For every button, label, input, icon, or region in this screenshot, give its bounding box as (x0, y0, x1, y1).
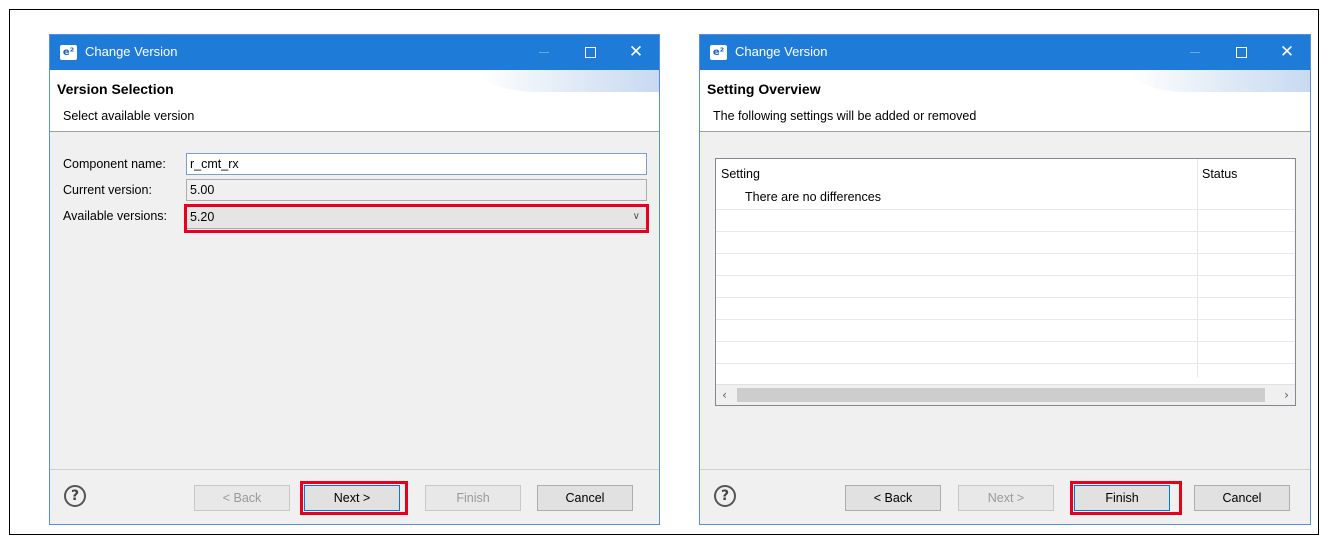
help-icon[interactable]: ? (714, 485, 736, 507)
close-button[interactable]: ✕ (613, 35, 659, 70)
close-icon: ✕ (1279, 42, 1295, 62)
finish-button[interactable]: Finish (425, 485, 521, 511)
minimize-icon (1190, 52, 1200, 53)
row-divider (716, 319, 1295, 320)
wizard-footer: ? < Back Next > Finish Cancel (50, 469, 659, 524)
back-button[interactable]: < Back (194, 485, 290, 511)
row-divider (716, 253, 1295, 254)
app-icon: e² (710, 45, 727, 60)
page-subtitle: The following settings will be added or … (713, 109, 977, 123)
title-bar[interactable]: e² Change Version ✕ (700, 35, 1310, 70)
window-title: Change Version (735, 44, 828, 59)
maximize-button[interactable] (567, 35, 613, 70)
settings-table[interactable]: Setting Status There are no differences … (715, 158, 1296, 406)
app-icon: e² (60, 45, 77, 60)
change-version-dialog-version-selection: e² Change Version ✕ Version Selection Se… (49, 34, 660, 525)
screenshot-frame: e² Change Version ✕ Version Selection Se… (9, 9, 1319, 535)
available-versions-value: 5.20 (190, 210, 215, 224)
back-button[interactable]: < Back (845, 485, 941, 511)
page-subtitle: Select available version (63, 109, 195, 123)
scroll-right-icon[interactable]: › (1278, 385, 1295, 405)
title-bar[interactable]: e² Change Version ✕ (50, 35, 659, 70)
row-divider (716, 341, 1295, 342)
header-decoration (479, 70, 659, 92)
help-icon[interactable]: ? (64, 485, 86, 507)
column-header-setting[interactable]: Setting (716, 159, 760, 189)
page-title: Version Selection (57, 81, 174, 97)
minimize-button[interactable] (521, 35, 567, 70)
cancel-button[interactable]: Cancel (537, 485, 633, 511)
maximize-icon (585, 47, 596, 58)
table-row[interactable]: There are no differences (745, 190, 881, 204)
wizard-header: Setting Overview The following settings … (700, 70, 1310, 132)
row-divider (716, 209, 1295, 210)
scrollbar-thumb[interactable] (737, 388, 1265, 402)
minimize-icon (539, 52, 549, 53)
cancel-button[interactable]: Cancel (1194, 485, 1290, 511)
minimize-button[interactable] (1172, 35, 1218, 70)
close-button[interactable]: ✕ (1264, 35, 1310, 70)
available-versions-label: Available versions: (63, 209, 167, 223)
column-divider (1197, 159, 1198, 377)
row-divider (716, 363, 1295, 364)
change-version-dialog-setting-overview: e² Change Version ✕ Setting Overview The… (699, 34, 1311, 525)
close-icon: ✕ (628, 42, 644, 62)
wizard-header: Version Selection Select available versi… (50, 70, 659, 132)
row-divider (716, 231, 1295, 232)
window-title: Change Version (85, 44, 178, 59)
maximize-button[interactable] (1218, 35, 1264, 70)
row-divider (716, 297, 1295, 298)
available-versions-dropdown[interactable]: 5.20 ∨ (186, 205, 647, 229)
component-name-label: Component name: (63, 157, 166, 171)
current-version-field: 5.00 (186, 179, 647, 201)
current-version-label: Current version: (63, 183, 152, 197)
header-decoration (1130, 70, 1310, 92)
wizard-footer: ? < Back Next > Finish Cancel (700, 469, 1310, 524)
horizontal-scrollbar[interactable]: ‹ › (716, 384, 1295, 405)
maximize-icon (1236, 47, 1247, 58)
column-header-status[interactable]: Status (1197, 159, 1237, 189)
row-divider (716, 275, 1295, 276)
next-button[interactable]: Next > (304, 485, 400, 511)
page-title: Setting Overview (707, 81, 821, 97)
scroll-left-icon[interactable]: ‹ (716, 385, 733, 405)
finish-button[interactable]: Finish (1074, 485, 1170, 511)
chevron-down-icon: ∨ (632, 211, 640, 222)
next-button[interactable]: Next > (958, 485, 1054, 511)
component-name-field[interactable]: r_cmt_rx (186, 153, 647, 175)
